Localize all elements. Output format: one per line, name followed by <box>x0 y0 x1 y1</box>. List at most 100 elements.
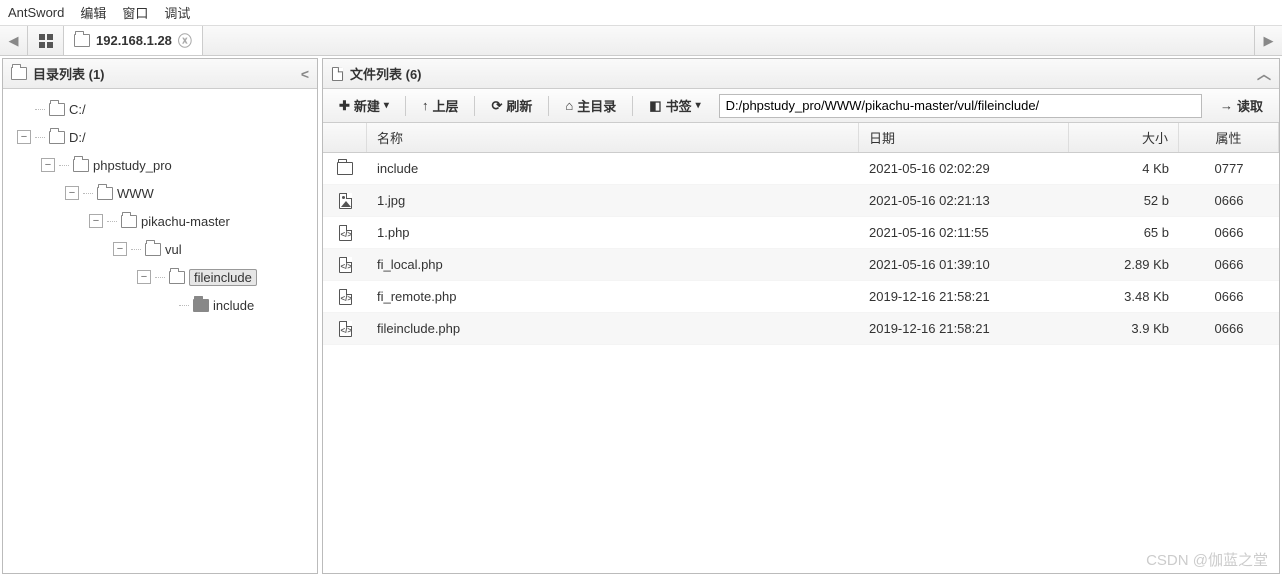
file-date: 2019-12-16 21:58:21 <box>859 321 1069 336</box>
collapse-icon[interactable]: − <box>113 242 127 256</box>
main: 目录列表 (1) < C:/ − D:/ − phpstudy_pro <box>0 56 1282 576</box>
home-icon: ⌂ <box>565 98 573 113</box>
tab-nav-right[interactable]: ▶ <box>1254 26 1282 55</box>
folder-icon <box>49 131 65 144</box>
code-file-icon: </> <box>339 321 352 337</box>
collapse-icon[interactable]: − <box>89 214 103 228</box>
folder-icon <box>73 159 89 172</box>
arrow-right-icon: → <box>1220 98 1233 113</box>
filelist-panel-title: 文件列表 (6) <box>350 64 422 83</box>
menu-debug[interactable]: 调试 <box>164 3 190 22</box>
grid-icon <box>39 34 53 48</box>
tree-node-d[interactable]: − D:/ <box>7 123 313 151</box>
filelist-panel: 文件列表 (6) ︿ ✚ 新建 ▾ ↑ 上层 ⟳ 刷新 ⌂ 主目录 <box>322 58 1280 574</box>
tab-ip[interactable]: 192.168.1.28 ⓧ <box>64 26 203 55</box>
tree-node-www[interactable]: − WWW <box>7 179 313 207</box>
col-size[interactable]: 大小 <box>1069 123 1179 152</box>
file-date: 2021-05-16 02:21:13 <box>859 193 1069 208</box>
tree-label: D:/ <box>69 130 86 145</box>
table-row[interactable]: 1.jpg2021-05-16 02:21:1352 b0666 <box>323 185 1279 217</box>
chevron-down-icon: ▾ <box>696 100 701 111</box>
collapse-icon[interactable]: − <box>17 130 31 144</box>
tab-nav-left[interactable]: ◀ <box>0 26 28 55</box>
folder-icon <box>49 103 65 116</box>
collapse-up-icon[interactable]: ︿ <box>1257 64 1271 84</box>
directory-panel-header: 目录列表 (1) < <box>3 59 317 89</box>
tab-home[interactable] <box>28 26 64 55</box>
collapse-left-icon[interactable]: < <box>301 66 309 82</box>
home-button[interactable]: ⌂ 主目录 <box>557 92 624 119</box>
code-file-icon: </> <box>339 257 352 273</box>
file-attr: 0666 <box>1179 321 1279 336</box>
file-icon <box>332 67 343 81</box>
menu-window[interactable]: 窗口 <box>122 3 148 22</box>
folder-icon <box>11 67 27 80</box>
path-input[interactable] <box>719 94 1202 118</box>
file-date: 2019-12-16 21:58:21 <box>859 289 1069 304</box>
file-name: fi_remote.php <box>367 289 859 304</box>
file-size: 52 b <box>1069 193 1179 208</box>
table-row[interactable]: </>fi_remote.php2019-12-16 21:58:213.48 … <box>323 281 1279 313</box>
app-title: AntSword <box>8 5 64 20</box>
bookmark-label: 书签 <box>666 96 692 115</box>
col-icon[interactable] <box>323 123 367 152</box>
image-file-icon <box>339 193 352 209</box>
tree-label: include <box>213 298 254 313</box>
refresh-icon: ⟳ <box>491 98 502 114</box>
bookmark-button[interactable]: ◧ 书签 ▾ <box>641 92 708 119</box>
menu-edit[interactable]: 编辑 <box>80 3 106 22</box>
col-date[interactable]: 日期 <box>859 123 1069 152</box>
col-attr[interactable]: 属性 <box>1179 123 1279 152</box>
directory-tree: C:/ − D:/ − phpstudy_pro − WWW − <box>3 89 317 573</box>
tabbar: ◀ 192.168.1.28 ⓧ ▶ <box>0 26 1282 56</box>
file-attr: 0666 <box>1179 193 1279 208</box>
plus-icon: ✚ <box>339 98 350 114</box>
tree-node-include[interactable]: include <box>7 291 313 319</box>
folder-icon <box>145 243 161 256</box>
table-row[interactable]: </> fileinclude.php2019-12-16 21:58:213.9… <box>323 313 1279 345</box>
bookmark-icon: ◧ <box>649 98 661 114</box>
collapse-icon[interactable]: − <box>137 270 151 284</box>
file-size: 4 Kb <box>1069 161 1179 176</box>
filelist-panel-header: 文件列表 (6) ︿ <box>323 59 1279 89</box>
file-size: 3.9 Kb <box>1069 321 1179 336</box>
folder-icon <box>337 162 353 175</box>
tree-leaf-icon <box>17 102 31 116</box>
menubar: AntSword 编辑 窗口 调试 <box>0 0 1282 26</box>
tree-node-c[interactable]: C:/ <box>7 95 313 123</box>
file-name: fileinclude.php <box>367 321 859 336</box>
tree-label: pikachu-master <box>141 214 230 229</box>
file-table-header: 名称 日期 大小 属性 <box>323 123 1279 153</box>
table-row[interactable]: </>1.php2021-05-16 02:11:5565 b0666 <box>323 217 1279 249</box>
read-button[interactable]: → 读取 <box>1212 92 1271 119</box>
collapse-icon[interactable]: − <box>41 158 55 172</box>
tree-label: vul <box>165 242 182 257</box>
tree-node-fileinclude[interactable]: − fileinclude <box>7 263 313 291</box>
tree-node-pikachu[interactable]: − pikachu-master <box>7 207 313 235</box>
read-label: 读取 <box>1237 96 1263 115</box>
file-size: 2.89 Kb <box>1069 257 1179 272</box>
col-name[interactable]: 名称 <box>367 123 859 152</box>
file-name: 1.jpg <box>367 193 859 208</box>
table-row[interactable]: include2021-05-16 02:02:294 Kb0777 <box>323 153 1279 185</box>
tree-node-phpstudy[interactable]: − phpstudy_pro <box>7 151 313 179</box>
table-row[interactable]: </>fi_local.php2021-05-16 01:39:102.89 K… <box>323 249 1279 281</box>
tree-label: phpstudy_pro <box>93 158 172 173</box>
code-file-icon: </> <box>339 289 352 305</box>
file-table: 名称 日期 大小 属性 include2021-05-16 02:02:294 … <box>323 123 1279 573</box>
tree-node-vul[interactable]: − vul <box>7 235 313 263</box>
folder-icon <box>97 187 113 200</box>
up-button[interactable]: ↑ 上层 <box>414 92 467 119</box>
collapse-icon[interactable]: − <box>65 186 79 200</box>
file-size: 65 b <box>1069 225 1179 240</box>
chevron-down-icon: ▾ <box>384 100 389 111</box>
close-icon[interactable]: ⓧ <box>178 31 192 51</box>
tree-label: C:/ <box>69 102 86 117</box>
up-label: 上层 <box>432 96 458 115</box>
new-button[interactable]: ✚ 新建 ▾ <box>331 92 397 119</box>
file-name: fi_local.php <box>367 257 859 272</box>
tree-label: fileinclude <box>189 269 257 286</box>
refresh-button[interactable]: ⟳ 刷新 <box>483 92 540 119</box>
file-attr: 0666 <box>1179 289 1279 304</box>
tree-leaf-icon <box>161 298 175 312</box>
